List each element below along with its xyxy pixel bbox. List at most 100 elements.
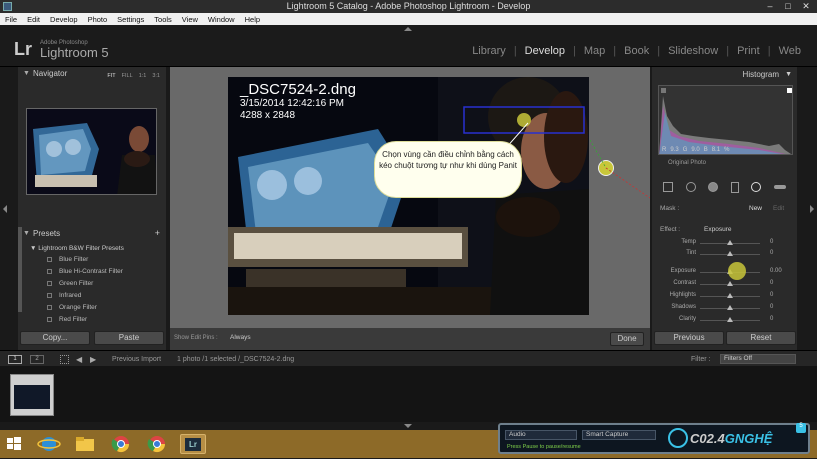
lightroom-taskbar-icon[interactable]: Lr — [180, 434, 206, 454]
start-icon[interactable] — [4, 434, 24, 454]
grid-view-icon[interactable] — [60, 355, 69, 364]
slider-label: Shadows — [671, 304, 696, 310]
zoom-3-1[interactable]: 3:1 — [152, 70, 160, 83]
add-preset-button[interactable]: + — [155, 227, 160, 240]
filmstrip-source[interactable]: Previous Import — [112, 356, 161, 363]
radial-filter-icon[interactable] — [751, 182, 762, 192]
module-map[interactable]: Map — [578, 45, 611, 57]
menu-help[interactable]: Help — [240, 15, 265, 24]
slider-value[interactable]: 0.00 — [770, 268, 782, 274]
histogram-header[interactable]: Histogram ▼ — [652, 68, 797, 81]
histogram-graph[interactable] — [658, 85, 793, 155]
internet-explorer-icon[interactable] — [36, 434, 62, 454]
chrome-icon-2[interactable] — [144, 434, 170, 454]
zoom-fit[interactable]: FIT — [107, 70, 115, 83]
preset-icon — [47, 281, 52, 286]
menu-view[interactable]: View — [177, 15, 203, 24]
zoom-1-1[interactable]: 1:1 — [139, 70, 147, 83]
page-2-button[interactable]: 2 — [30, 355, 44, 364]
mask-edit-button[interactable]: Edit — [773, 205, 784, 212]
navigator-preview-image — [27, 109, 156, 194]
slider-value[interactable]: 0 — [770, 316, 773, 322]
slider-knob[interactable] — [727, 305, 733, 310]
preset-label: Red Filter — [59, 316, 88, 323]
graduated-filter-icon[interactable] — [730, 181, 739, 193]
collapse-top-arrow-icon[interactable] — [404, 27, 412, 31]
preset-item[interactable]: Orange Filter — [23, 302, 158, 314]
forward-arrow-icon[interactable]: ▶ — [90, 355, 96, 364]
preset-item[interactable]: Green Filter — [23, 278, 158, 290]
collapse-left-arrow-icon[interactable] — [3, 205, 7, 213]
slider-knob[interactable] — [727, 293, 733, 298]
close-button[interactable]: ✕ — [797, 0, 815, 13]
red-eye-icon[interactable] — [708, 182, 719, 192]
show-edit-pins-select[interactable]: Always — [230, 334, 251, 341]
paste-button[interactable]: Paste — [94, 331, 164, 345]
slider-row: Highlights 0 — [652, 291, 797, 302]
maximize-button[interactable]: □ — [779, 0, 797, 13]
crop-tool-icon[interactable] — [663, 182, 674, 192]
slider-label: Exposure — [670, 268, 696, 274]
module-tabs: Library | Develop | Map | Book | Slideshow | … — [466, 45, 807, 57]
module-develop[interactable]: Develop — [519, 45, 571, 57]
navigator-preview[interactable] — [26, 108, 157, 195]
image-view[interactable]: _DSC7524-2.dng 3/15/2014 12:42:16 PM 428… — [170, 67, 650, 328]
slider-value[interactable]: 0 — [770, 239, 773, 245]
menu-window[interactable]: Window — [203, 15, 240, 24]
spot-removal-icon[interactable] — [685, 182, 696, 192]
module-print[interactable]: Print — [731, 45, 766, 57]
slider-value[interactable]: 0 — [770, 280, 773, 286]
original-photo-toggle[interactable]: Original Photo — [668, 160, 706, 166]
preset-item[interactable]: Blue Hi-Contrast Filter — [23, 266, 158, 278]
collapse-right-arrow-icon[interactable] — [810, 205, 814, 213]
done-button[interactable]: Done — [610, 332, 644, 346]
slider-knob[interactable] — [727, 281, 733, 286]
reset-button[interactable]: Reset — [726, 331, 796, 345]
file-explorer-icon[interactable] — [72, 434, 98, 454]
slider-value[interactable]: 0 — [770, 250, 773, 256]
previous-button[interactable]: Previous — [654, 331, 724, 345]
module-separator: | — [767, 45, 771, 57]
main-photo[interactable]: _DSC7524-2.dng 3/15/2014 12:42:16 PM 428… — [228, 77, 589, 315]
module-web[interactable]: Web — [773, 45, 807, 57]
left-panel-scrollbar[interactable] — [18, 227, 22, 312]
menu-photo[interactable]: Photo — [83, 15, 113, 24]
module-book[interactable]: Book — [618, 45, 655, 57]
chrome-icon[interactable] — [108, 434, 134, 454]
slider-knob[interactable] — [727, 240, 733, 245]
brand-pre: C — [690, 431, 700, 446]
mask-label: Mask : — [660, 205, 680, 212]
slider-value[interactable]: 0 — [770, 292, 773, 298]
module-slideshow[interactable]: Slideshow — [662, 45, 724, 57]
navigator-header[interactable]: ▼ Navigator FIT FILL 1:1 3:1 — [18, 67, 166, 80]
adjustment-brush-icon[interactable] — [773, 185, 786, 189]
presets-header[interactable]: ▼ Presets + — [18, 227, 166, 240]
b-label: B — [703, 147, 708, 153]
preset-item[interactable]: Infrared — [23, 290, 158, 302]
slider-knob[interactable] — [727, 251, 733, 256]
preset-item[interactable]: Blue Filter — [23, 254, 158, 266]
recorder-smart-capture[interactable]: Smart Capture — [582, 430, 656, 440]
preset-icon — [47, 293, 52, 298]
slider-label: Highlights — [669, 292, 696, 298]
back-arrow-icon[interactable]: ◀ — [76, 355, 82, 364]
collapse-bottom-arrow-icon[interactable] — [404, 424, 412, 428]
slider-knob[interactable] — [727, 317, 733, 322]
effect-select[interactable]: Exposure — [704, 226, 731, 233]
minimize-button[interactable]: – — [761, 0, 779, 13]
menu-file[interactable]: File — [0, 15, 22, 24]
menu-develop[interactable]: Develop — [45, 15, 83, 24]
filter-select[interactable]: Filters Off — [720, 354, 796, 364]
copy-button[interactable]: Copy... — [20, 331, 90, 345]
zoom-fill[interactable]: FILL — [122, 70, 133, 83]
menu-tools[interactable]: Tools — [149, 15, 177, 24]
filmstrip-thumbnail[interactable] — [10, 374, 54, 416]
menu-edit[interactable]: Edit — [22, 15, 45, 24]
module-library[interactable]: Library — [466, 45, 512, 57]
menu-settings[interactable]: Settings — [112, 15, 149, 24]
slider-value[interactable]: 0 — [770, 304, 773, 310]
mask-new-button[interactable]: New — [749, 205, 762, 212]
preset-item[interactable]: Red Filter — [23, 314, 158, 326]
recorder-audio[interactable]: Audio — [505, 430, 577, 440]
page-1-button[interactable]: 1 — [8, 355, 22, 364]
